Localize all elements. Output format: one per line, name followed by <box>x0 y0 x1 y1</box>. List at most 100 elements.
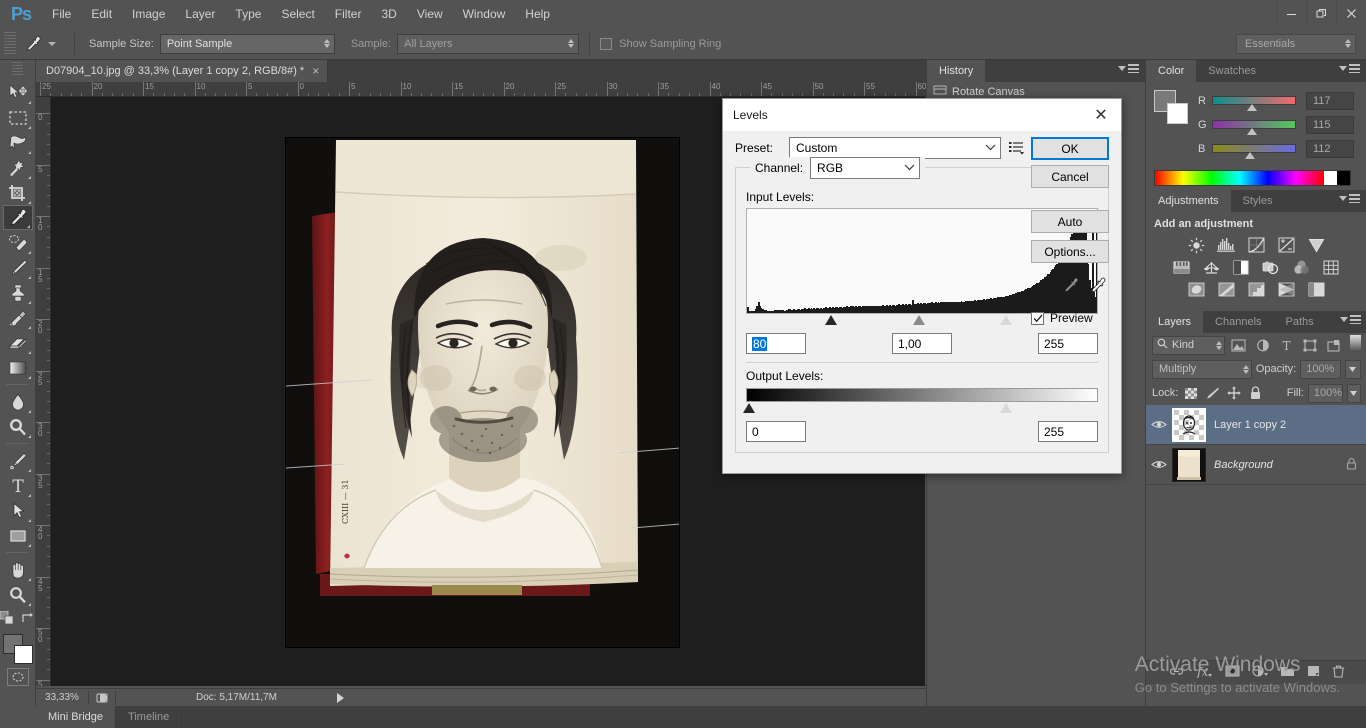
blend-mode-select[interactable]: Multiply <box>1152 359 1252 379</box>
layer-thumbnail[interactable] <box>1172 407 1206 442</box>
tab-color[interactable]: Color <box>1146 60 1197 82</box>
exposure-icon[interactable] <box>1271 234 1301 256</box>
input-shadow-slider-handle[interactable] <box>825 315 837 325</box>
new-layer-icon[interactable] <box>1307 665 1320 680</box>
link-layers-icon[interactable] <box>1169 666 1184 680</box>
menu-type[interactable]: Type <box>225 0 271 28</box>
zoom-tool[interactable] <box>3 582 33 607</box>
channel-knob-g[interactable] <box>1247 128 1257 135</box>
threshold-icon[interactable] <box>1241 278 1271 300</box>
channel-knob-r[interactable] <box>1247 104 1257 111</box>
color-background-swatch[interactable] <box>1167 103 1188 124</box>
fill-dropdown-icon[interactable] <box>1346 383 1361 403</box>
menu-3d[interactable]: 3D <box>371 0 406 28</box>
pen-tool[interactable] <box>3 448 33 473</box>
layer-visibility-icon[interactable] <box>1146 419 1172 430</box>
tab-layers[interactable]: Layers <box>1146 311 1204 333</box>
menu-help[interactable]: Help <box>515 0 560 28</box>
layer-filter-toggle[interactable] <box>1350 334 1362 356</box>
minimize-icon[interactable] <box>1276 0 1306 26</box>
invert-icon[interactable] <box>1181 278 1211 300</box>
gradient-tool[interactable] <box>3 355 33 380</box>
tab-adjustments[interactable]: Adjustments <box>1146 190 1231 212</box>
tab-paths[interactable]: Paths <box>1273 311 1326 333</box>
lock-position-icon[interactable] <box>1226 384 1244 403</box>
color-panel-menu-icon[interactable] <box>1339 64 1360 73</box>
color-balance-icon[interactable] <box>1196 256 1226 278</box>
blur-tool[interactable] <box>3 389 33 414</box>
shape-filter-icon[interactable] <box>1300 336 1320 355</box>
sample-select[interactable]: All Layers <box>397 33 580 54</box>
path-selection-tool[interactable] <box>3 498 33 523</box>
delete-layer-icon[interactable] <box>1332 665 1345 681</box>
output-white-field[interactable]: 255 <box>1038 421 1098 442</box>
tab-swatches[interactable]: Swatches <box>1196 60 1268 82</box>
color-ramp[interactable] <box>1154 170 1351 186</box>
show-sampling-ring-checkbox[interactable] <box>600 37 613 50</box>
quick-mask-icon[interactable] <box>6 668 29 686</box>
channel-value-b[interactable]: 112 <box>1306 139 1354 158</box>
layers-panel-menu-icon[interactable] <box>1340 315 1361 324</box>
channel-slider-g[interactable] <box>1212 120 1296 135</box>
proof-colors-icon[interactable] <box>89 692 115 704</box>
input-midtone-field[interactable]: 1,00 <box>892 333 952 354</box>
close-icon[interactable]: ✕ <box>1081 99 1121 131</box>
close-icon[interactable] <box>1336 0 1366 26</box>
menu-window[interactable]: Window <box>453 0 516 28</box>
fill-value[interactable]: 100% <box>1307 383 1343 403</box>
photo-filter-icon[interactable] <box>1256 256 1286 278</box>
default-colors-icon[interactable] <box>0 610 14 628</box>
channel-mixer-icon[interactable] <box>1286 256 1316 278</box>
horizontal-ruler[interactable]: 25 20 15 10 5 0 5 10 15 20 25 30 35 40 45 50 55 60 <box>36 82 926 97</box>
posterize-icon[interactable] <box>1211 278 1241 300</box>
set-white-point-icon[interactable] <box>1089 277 1106 297</box>
levels-dialog-titlebar[interactable]: Levels ✕ <box>723 99 1121 131</box>
layer-thumbnail[interactable] <box>1172 447 1206 482</box>
document-tab[interactable]: D07904_10.jpg @ 33,3% (Layer 1 copy 2, R… <box>36 60 329 82</box>
options-button[interactable]: Options... <box>1031 240 1109 263</box>
sample-spinner-icon[interactable] <box>560 39 575 48</box>
brush-tool[interactable] <box>3 255 33 280</box>
sample-size-spinner-icon[interactable] <box>316 39 330 48</box>
output-black-slider-handle[interactable] <box>743 403 755 413</box>
preset-options-icon[interactable] <box>1007 138 1027 158</box>
color-lookup-icon[interactable] <box>1316 256 1346 278</box>
levels-dialog[interactable]: Levels ✕ Preset: Custom Channel: RGB Inp… <box>722 98 1122 474</box>
opacity-dropdown-icon[interactable] <box>1344 359 1361 379</box>
layer-name[interactable]: Background <box>1214 459 1346 471</box>
options-bar-grip[interactable] <box>4 31 16 56</box>
spot-healing-brush-tool[interactable] <box>3 230 33 255</box>
tab-timeline[interactable]: Timeline <box>116 706 183 728</box>
set-black-point-icon[interactable] <box>1035 277 1052 297</box>
curves-icon[interactable] <box>1241 234 1271 256</box>
menu-file[interactable]: File <box>42 0 81 28</box>
output-white-slider-handle[interactable] <box>1000 403 1012 413</box>
channel-slider-b[interactable] <box>1212 144 1296 159</box>
preset-select[interactable]: Custom <box>789 137 1001 159</box>
new-group-icon[interactable] <box>1280 665 1295 680</box>
workspace-select[interactable]: Essentials <box>1236 33 1356 54</box>
history-brush-tool[interactable] <box>3 305 33 330</box>
workspace-spinner-icon[interactable] <box>1337 39 1351 48</box>
rectangular-marquee-tool[interactable] <box>3 105 33 130</box>
layer-visibility-icon[interactable] <box>1146 459 1172 470</box>
input-highlight-slider-handle[interactable] <box>1000 315 1012 325</box>
background-color-swatch[interactable] <box>13 645 33 664</box>
new-adjustment-layer-icon[interactable] <box>1251 665 1268 680</box>
output-levels-slider[interactable] <box>743 403 1098 415</box>
vertical-ruler[interactable]: 0510152025303540455055 <box>36 97 51 686</box>
preview-checkbox[interactable] <box>1031 311 1044 325</box>
input-highlight-field[interactable]: 255 <box>1038 333 1098 354</box>
brightness-contrast-icon[interactable] <box>1181 234 1211 256</box>
layer-row-layer-1-copy-2[interactable]: Layer 1 copy 2 <box>1146 405 1366 445</box>
color-ramp-white[interactable] <box>1324 171 1337 185</box>
color-ramp-spectrum[interactable] <box>1155 171 1324 185</box>
layer-name[interactable]: Layer 1 copy 2 <box>1214 419 1366 431</box>
tool-preset-chevron-icon[interactable] <box>48 41 56 46</box>
blend-mode-spinner-icon[interactable] <box>1235 364 1249 374</box>
lock-transparency-icon[interactable] <box>1182 384 1200 403</box>
adjustments-panel-menu-icon[interactable] <box>1339 194 1360 203</box>
layer-filter-spinner-icon[interactable] <box>1208 340 1222 350</box>
hand-tool[interactable] <box>3 557 33 582</box>
type-filter-icon[interactable]: T <box>1277 336 1297 355</box>
